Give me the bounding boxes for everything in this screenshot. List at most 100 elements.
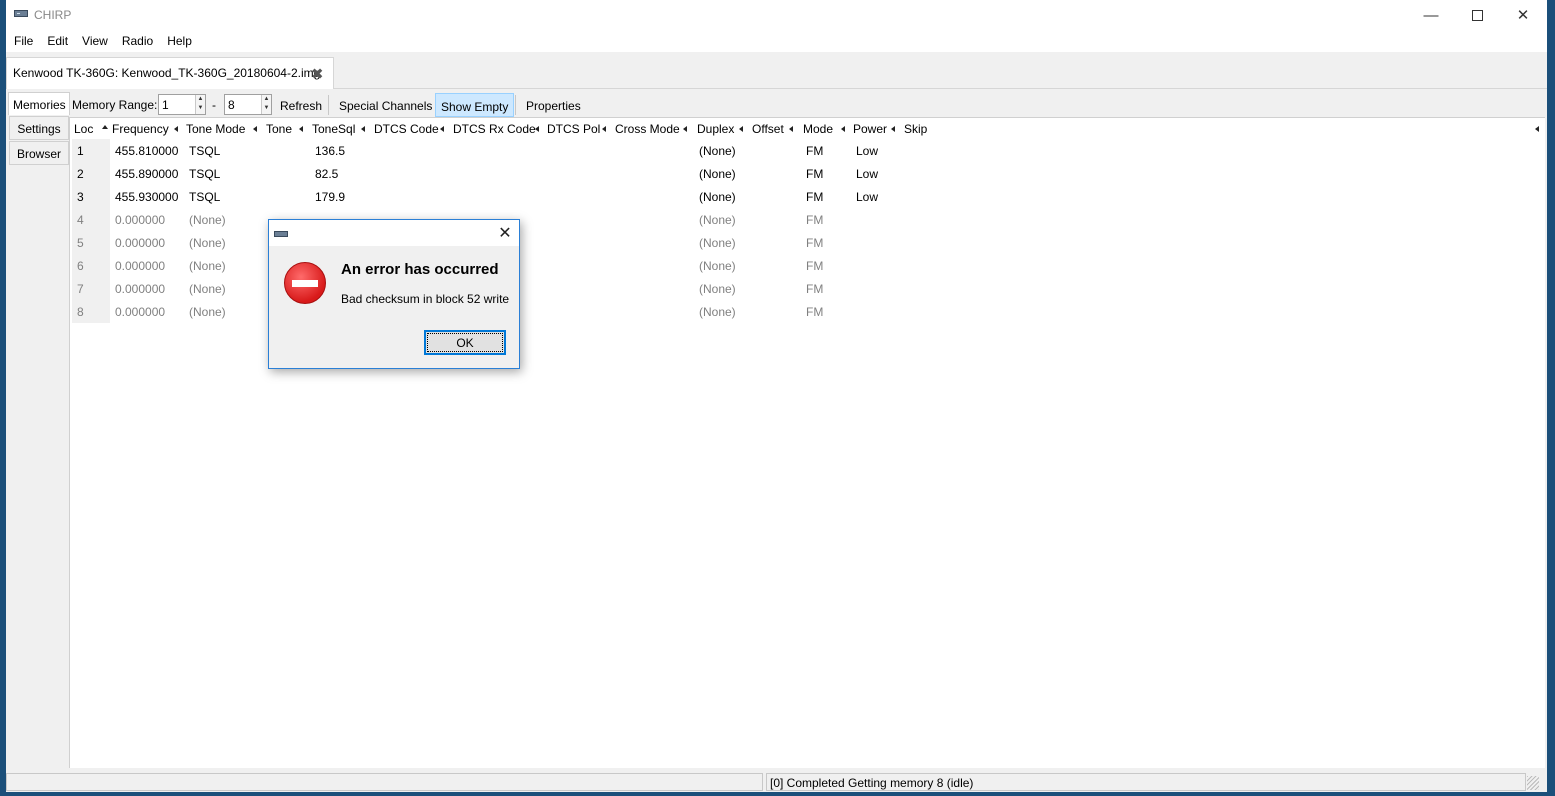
mode-cell[interactable]: FM [806, 190, 823, 204]
table-row[interactable]: 1 455.810000 TSQL 136.5 (None) FM Low [70, 139, 1545, 162]
memory-toolbar: Memories Memory Range: 1 ▲ ▼ - 8 ▲ ▼ Refre… [6, 91, 1547, 117]
frequency-cell[interactable]: 455.890000 [115, 167, 178, 181]
column-tonesql[interactable]: ToneSql [312, 122, 365, 136]
desktop-background-bottom [0, 792, 1555, 796]
close-icon: ✕ [1516, 7, 1530, 24]
duplex-cell[interactable]: (None) [699, 190, 736, 204]
show-empty-toggle[interactable]: Show Empty [435, 93, 515, 117]
toolbar-separator [515, 95, 516, 115]
column-arrow-icon [440, 126, 444, 132]
tone-mode-cell[interactable]: TSQL [189, 167, 220, 181]
close-tab-icon[interactable]: ✖ [311, 65, 324, 83]
mode-cell[interactable]: FM [806, 282, 823, 296]
tone-mode-cell[interactable]: (None) [189, 282, 226, 296]
column-dtcs-code[interactable]: DTCS Code [374, 122, 444, 136]
frequency-cell[interactable]: 455.930000 [115, 190, 178, 204]
power-cell[interactable]: Low [856, 167, 878, 181]
tonesql-cell[interactable]: 136.5 [315, 144, 345, 158]
table-row[interactable]: 3 455.930000 TSQL 179.9 (None) FM Low [70, 185, 1545, 208]
duplex-cell[interactable]: (None) [699, 259, 736, 273]
menu-radio[interactable]: Radio [118, 34, 157, 48]
tone-mode-cell[interactable]: (None) [189, 259, 226, 273]
title-bar[interactable]: CHIRP — ✕ [6, 0, 1547, 30]
spinner-arrows-icon[interactable]: ▲ ▼ [261, 95, 271, 114]
menu-help[interactable]: Help [163, 34, 196, 48]
mode-cell[interactable]: FM [806, 305, 823, 319]
mode-cell[interactable]: FM [806, 167, 823, 181]
duplex-cell[interactable]: (None) [699, 236, 736, 250]
column-duplex[interactable]: Duplex [697, 122, 743, 136]
frequency-cell[interactable]: 0.000000 [115, 213, 165, 227]
loc-cell: 1 [72, 139, 110, 162]
range-end-spinner[interactable]: 8 ▲ ▼ [224, 94, 272, 115]
duplex-cell[interactable]: (None) [699, 282, 736, 296]
document-tab[interactable]: Kenwood TK-360G: Kenwood_TK-360G_2018060… [6, 57, 334, 90]
power-cell[interactable]: Low [856, 190, 878, 204]
menu-edit[interactable]: Edit [43, 34, 72, 48]
memories-tab[interactable]: Memories [8, 92, 70, 115]
maximize-button[interactable] [1454, 0, 1500, 30]
duplex-cell[interactable]: (None) [699, 144, 736, 158]
spinner-arrows-icon[interactable]: ▲ ▼ [195, 95, 205, 114]
browser-tab[interactable]: Browser [9, 141, 69, 165]
column-skip[interactable]: Skip [904, 122, 927, 136]
column-frequency[interactable]: Frequency [112, 122, 178, 136]
frequency-cell[interactable]: 0.000000 [115, 305, 165, 319]
ok-button[interactable]: OK [424, 330, 506, 355]
column-tone-mode[interactable]: Tone Mode [186, 122, 257, 136]
duplex-cell[interactable]: (None) [699, 213, 736, 227]
duplex-cell[interactable]: (None) [699, 167, 736, 181]
column-arrow-icon [299, 126, 303, 132]
frequency-cell[interactable]: 455.810000 [115, 144, 178, 158]
loc-cell: 2 [72, 162, 110, 185]
column-dtcs-pol[interactable]: DTCS Pol [547, 122, 606, 136]
window-title: CHIRP [34, 8, 72, 22]
duplex-cell[interactable]: (None) [699, 305, 736, 319]
power-cell[interactable]: Low [856, 144, 878, 158]
refresh-button[interactable]: Refresh [275, 93, 327, 117]
column-tone[interactable]: Tone [266, 122, 303, 136]
tone-mode-cell[interactable]: (None) [189, 213, 226, 227]
menu-file[interactable]: File [10, 34, 37, 48]
close-window-button[interactable]: ✕ [1500, 0, 1546, 30]
tone-mode-cell[interactable]: (None) [189, 305, 226, 319]
column-dtcs-rx-code[interactable]: DTCS Rx Code [453, 122, 539, 136]
dialog-close-icon[interactable]: ✕ [496, 223, 514, 243]
column-arrow-icon [602, 126, 606, 132]
column-loc[interactable]: Loc [74, 122, 108, 136]
column-power[interactable]: Power [853, 122, 895, 136]
column-cross-mode[interactable]: Cross Mode [615, 122, 687, 136]
desktop-background-right [1547, 0, 1555, 796]
settings-tab[interactable]: Settings [9, 116, 69, 140]
table-row[interactable]: 2 455.890000 TSQL 82.5 (None) FM Low [70, 162, 1545, 185]
column-overflow-arrow-icon[interactable] [1535, 126, 1539, 132]
resize-grip-icon[interactable] [1527, 776, 1539, 790]
frequency-cell[interactable]: 0.000000 [115, 259, 165, 273]
tonesql-cell[interactable]: 82.5 [315, 167, 338, 181]
range-start-spinner[interactable]: 1 ▲ ▼ [158, 94, 206, 115]
range-end-value: 8 [228, 98, 235, 112]
mode-cell[interactable]: FM [806, 144, 823, 158]
memory-grid: Loc Frequency Tone Mode Tone ToneSql DTC… [69, 117, 1545, 768]
tone-mode-cell[interactable]: (None) [189, 236, 226, 250]
tone-mode-cell[interactable]: TSQL [189, 190, 220, 204]
column-offset[interactable]: Offset [752, 122, 793, 136]
frequency-cell[interactable]: 0.000000 [115, 236, 165, 250]
chirp-app-icon [274, 231, 288, 237]
minimize-button[interactable]: — [1408, 0, 1454, 30]
mode-cell[interactable]: FM [806, 213, 823, 227]
tonesql-cell[interactable]: 179.9 [315, 190, 345, 204]
column-arrow-icon [253, 126, 257, 132]
properties-button[interactable]: Properties [521, 93, 586, 117]
tone-mode-cell[interactable]: TSQL [189, 144, 220, 158]
loc-cell: 3 [72, 185, 110, 208]
frequency-cell[interactable]: 0.000000 [115, 282, 165, 296]
menu-view[interactable]: View [78, 34, 112, 48]
mode-cell[interactable]: FM [806, 259, 823, 273]
column-arrow-icon [841, 126, 845, 132]
special-channels-button[interactable]: Special Channels [334, 93, 437, 117]
dialog-title-bar[interactable]: ✕ [269, 220, 519, 246]
column-mode[interactable]: Mode [803, 122, 845, 136]
mode-cell[interactable]: FM [806, 236, 823, 250]
column-arrow-icon [174, 126, 178, 132]
